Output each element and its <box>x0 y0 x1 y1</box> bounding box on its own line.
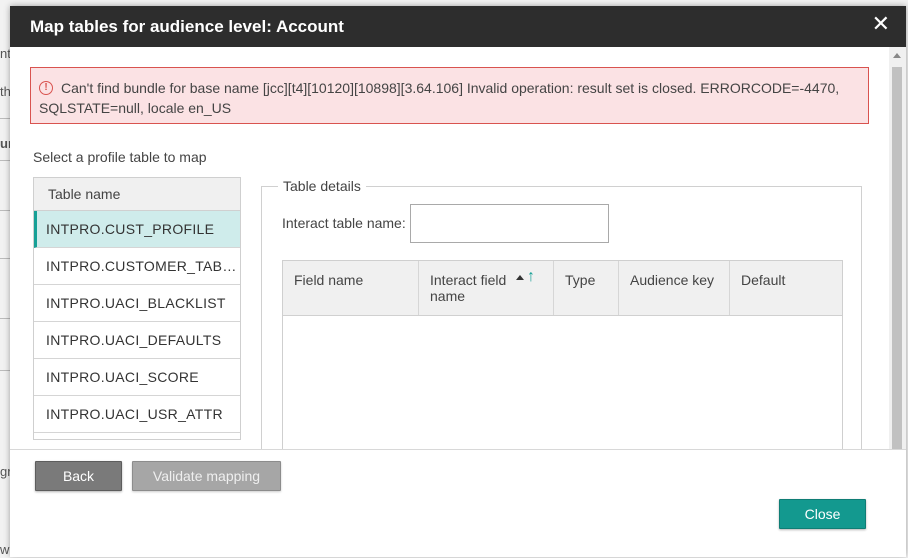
error-message-box: ! Can't find bundle for base name [jcc][t… <box>30 67 869 124</box>
column-header-type[interactable]: Type <box>554 261 619 315</box>
interact-table-name-label: Interact table name: <box>282 215 406 231</box>
dialog-footer: Back Validate mapping Close <box>10 449 906 557</box>
bg-divider <box>0 118 10 119</box>
column-header-field-name[interactable]: Field name <box>283 261 419 315</box>
table-details-legend: Table details <box>278 178 366 194</box>
bg-divider <box>0 318 10 319</box>
close-button[interactable]: Close <box>779 499 866 529</box>
list-item[interactable]: INTPRO.UACI_USR_ATTR <box>34 396 240 433</box>
error-message-text: Can't find bundle for base name [jcc][t4… <box>39 80 840 116</box>
profile-table-label: Select a profile table to map <box>33 149 207 165</box>
validate-mapping-button[interactable]: Validate mapping <box>132 461 281 491</box>
sort-caret-icon <box>516 275 524 280</box>
grid-header: Field name Interact field name ↑ Type Au… <box>283 261 842 316</box>
interact-table-name-input[interactable] <box>410 204 609 243</box>
map-tables-dialog: Map tables for audience level: Account ✕… <box>10 6 906 557</box>
scrollbar-thumb[interactable] <box>892 67 902 502</box>
bg-divider <box>0 210 10 211</box>
close-icon[interactable]: ✕ <box>872 12 890 36</box>
back-button[interactable]: Back <box>35 461 122 491</box>
bg-text-fragment: w <box>0 542 10 557</box>
interact-field-name-text: Interact field name <box>430 272 507 304</box>
bg-divider <box>0 160 10 161</box>
profile-table-list: Table name INTPRO.CUST_PROFILE INTPRO.CU… <box>33 177 241 440</box>
list-item[interactable]: INTPRO.UACI_SCORE <box>34 359 240 396</box>
scroll-up-icon[interactable] <box>893 53 901 58</box>
sort-ascending-icon[interactable]: ↑ <box>527 269 535 285</box>
dialog-title: Map tables for audience level: Account <box>30 17 344 36</box>
alert-icon: ! <box>39 81 53 95</box>
list-item[interactable]: INTPRO.CUSTOMER_TABLE <box>34 248 240 285</box>
column-header-default[interactable]: Default <box>730 261 842 315</box>
dialog-titlebar: Map tables for audience level: Account ✕ <box>10 6 906 47</box>
column-header-audience-key[interactable]: Audience key <box>619 261 730 315</box>
table-name-column-header[interactable]: Table name <box>34 178 240 211</box>
dialog-scrollbar[interactable] <box>889 47 906 503</box>
bg-divider <box>0 258 10 259</box>
list-item[interactable]: INTPRO.UACI_DEFAULTS <box>34 322 240 359</box>
field-mapping-grid: Field name Interact field name ↑ Type Au… <box>282 260 843 460</box>
list-item[interactable]: INTPRO.UACI_BLACKLIST <box>34 285 240 322</box>
list-item[interactable]: INTPRO.CUST_PROFILE <box>34 211 240 248</box>
bg-divider <box>0 370 10 371</box>
column-header-interact-field-name[interactable]: Interact field name ↑ <box>419 261 554 315</box>
